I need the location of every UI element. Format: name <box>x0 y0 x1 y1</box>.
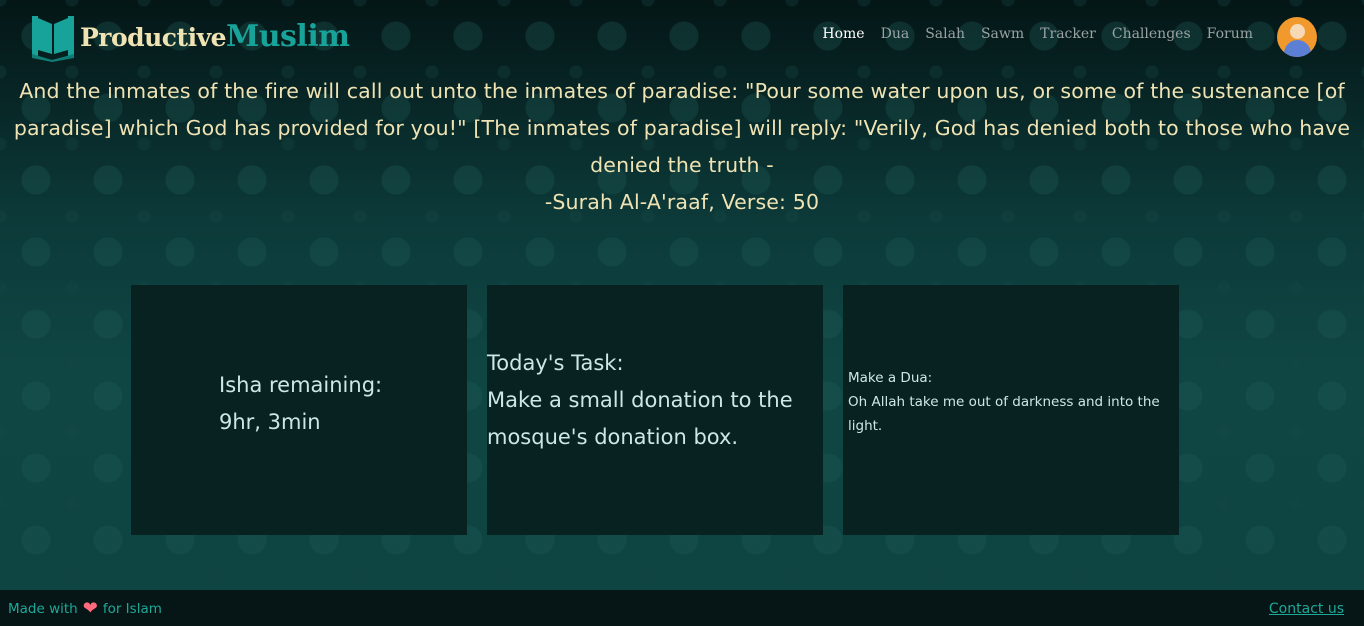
nav-salah[interactable]: Salah <box>925 26 965 42</box>
brand-part2: Muslim <box>226 18 350 54</box>
brand-name: ProductiveMuslim <box>80 18 350 54</box>
book-icon <box>32 16 74 62</box>
user-avatar-icon[interactable] <box>1277 17 1317 57</box>
footer: Made with ❤ for Islam Contact us <box>0 590 1364 626</box>
heart-icon: ❤ <box>82 598 98 619</box>
nav-dua[interactable]: Dua <box>881 26 910 42</box>
nav-sawm[interactable]: Sawm <box>981 26 1024 42</box>
task-body: Make a small donation to the mosque's do… <box>487 388 793 449</box>
made-with-love: Made with ❤ for Islam <box>8 598 162 619</box>
verse-quote: And the inmates of the fire will call ou… <box>0 73 1364 221</box>
contact-link[interactable]: Contact us <box>1269 601 1344 617</box>
avatar-head <box>1290 24 1305 39</box>
prayer-remaining-value: 9hr, 3min <box>219 410 321 434</box>
verse-reference: -Surah Al-A'raaf, Verse: 50 <box>544 190 820 214</box>
prayer-remaining-label: Isha remaining: <box>219 373 383 397</box>
daily-task-card: Today's Task: Make a small donation to t… <box>487 285 823 535</box>
dua-body: Oh Allah take me out of darkness and int… <box>848 394 1160 434</box>
made-suffix: for Islam <box>102 601 162 617</box>
dua-content: Make a Dua: Oh Allah take me out of dark… <box>848 366 1166 438</box>
nav-forum[interactable]: Forum <box>1207 26 1253 42</box>
main-nav: Home Dua Salah Sawm Tracker Challenges F… <box>822 26 1253 42</box>
made-prefix: Made with <box>8 601 78 617</box>
dua-card: Make a Dua: Oh Allah take me out of dark… <box>843 285 1179 535</box>
task-title: Today's Task: <box>487 351 624 375</box>
verse-text: And the inmates of the fire will call ou… <box>13 79 1351 177</box>
navbar: ProductiveMuslim Home Dua Salah Sawm Tra… <box>0 0 1364 72</box>
dua-title: Make a Dua: <box>848 370 933 386</box>
brand-part1: Productive <box>80 22 227 52</box>
daily-task-content: Today's Task: Make a small donation to t… <box>487 345 817 456</box>
nav-home[interactable]: Home <box>822 26 864 42</box>
nav-tracker[interactable]: Tracker <box>1040 26 1096 42</box>
avatar-body <box>1284 40 1311 57</box>
prayer-time-card: Isha remaining: 9hr, 3min <box>131 285 467 535</box>
prayer-time-content: Isha remaining: 9hr, 3min <box>219 367 382 441</box>
nav-challenges[interactable]: Challenges <box>1112 26 1191 42</box>
brand-logo[interactable]: ProductiveMuslim <box>28 10 350 62</box>
